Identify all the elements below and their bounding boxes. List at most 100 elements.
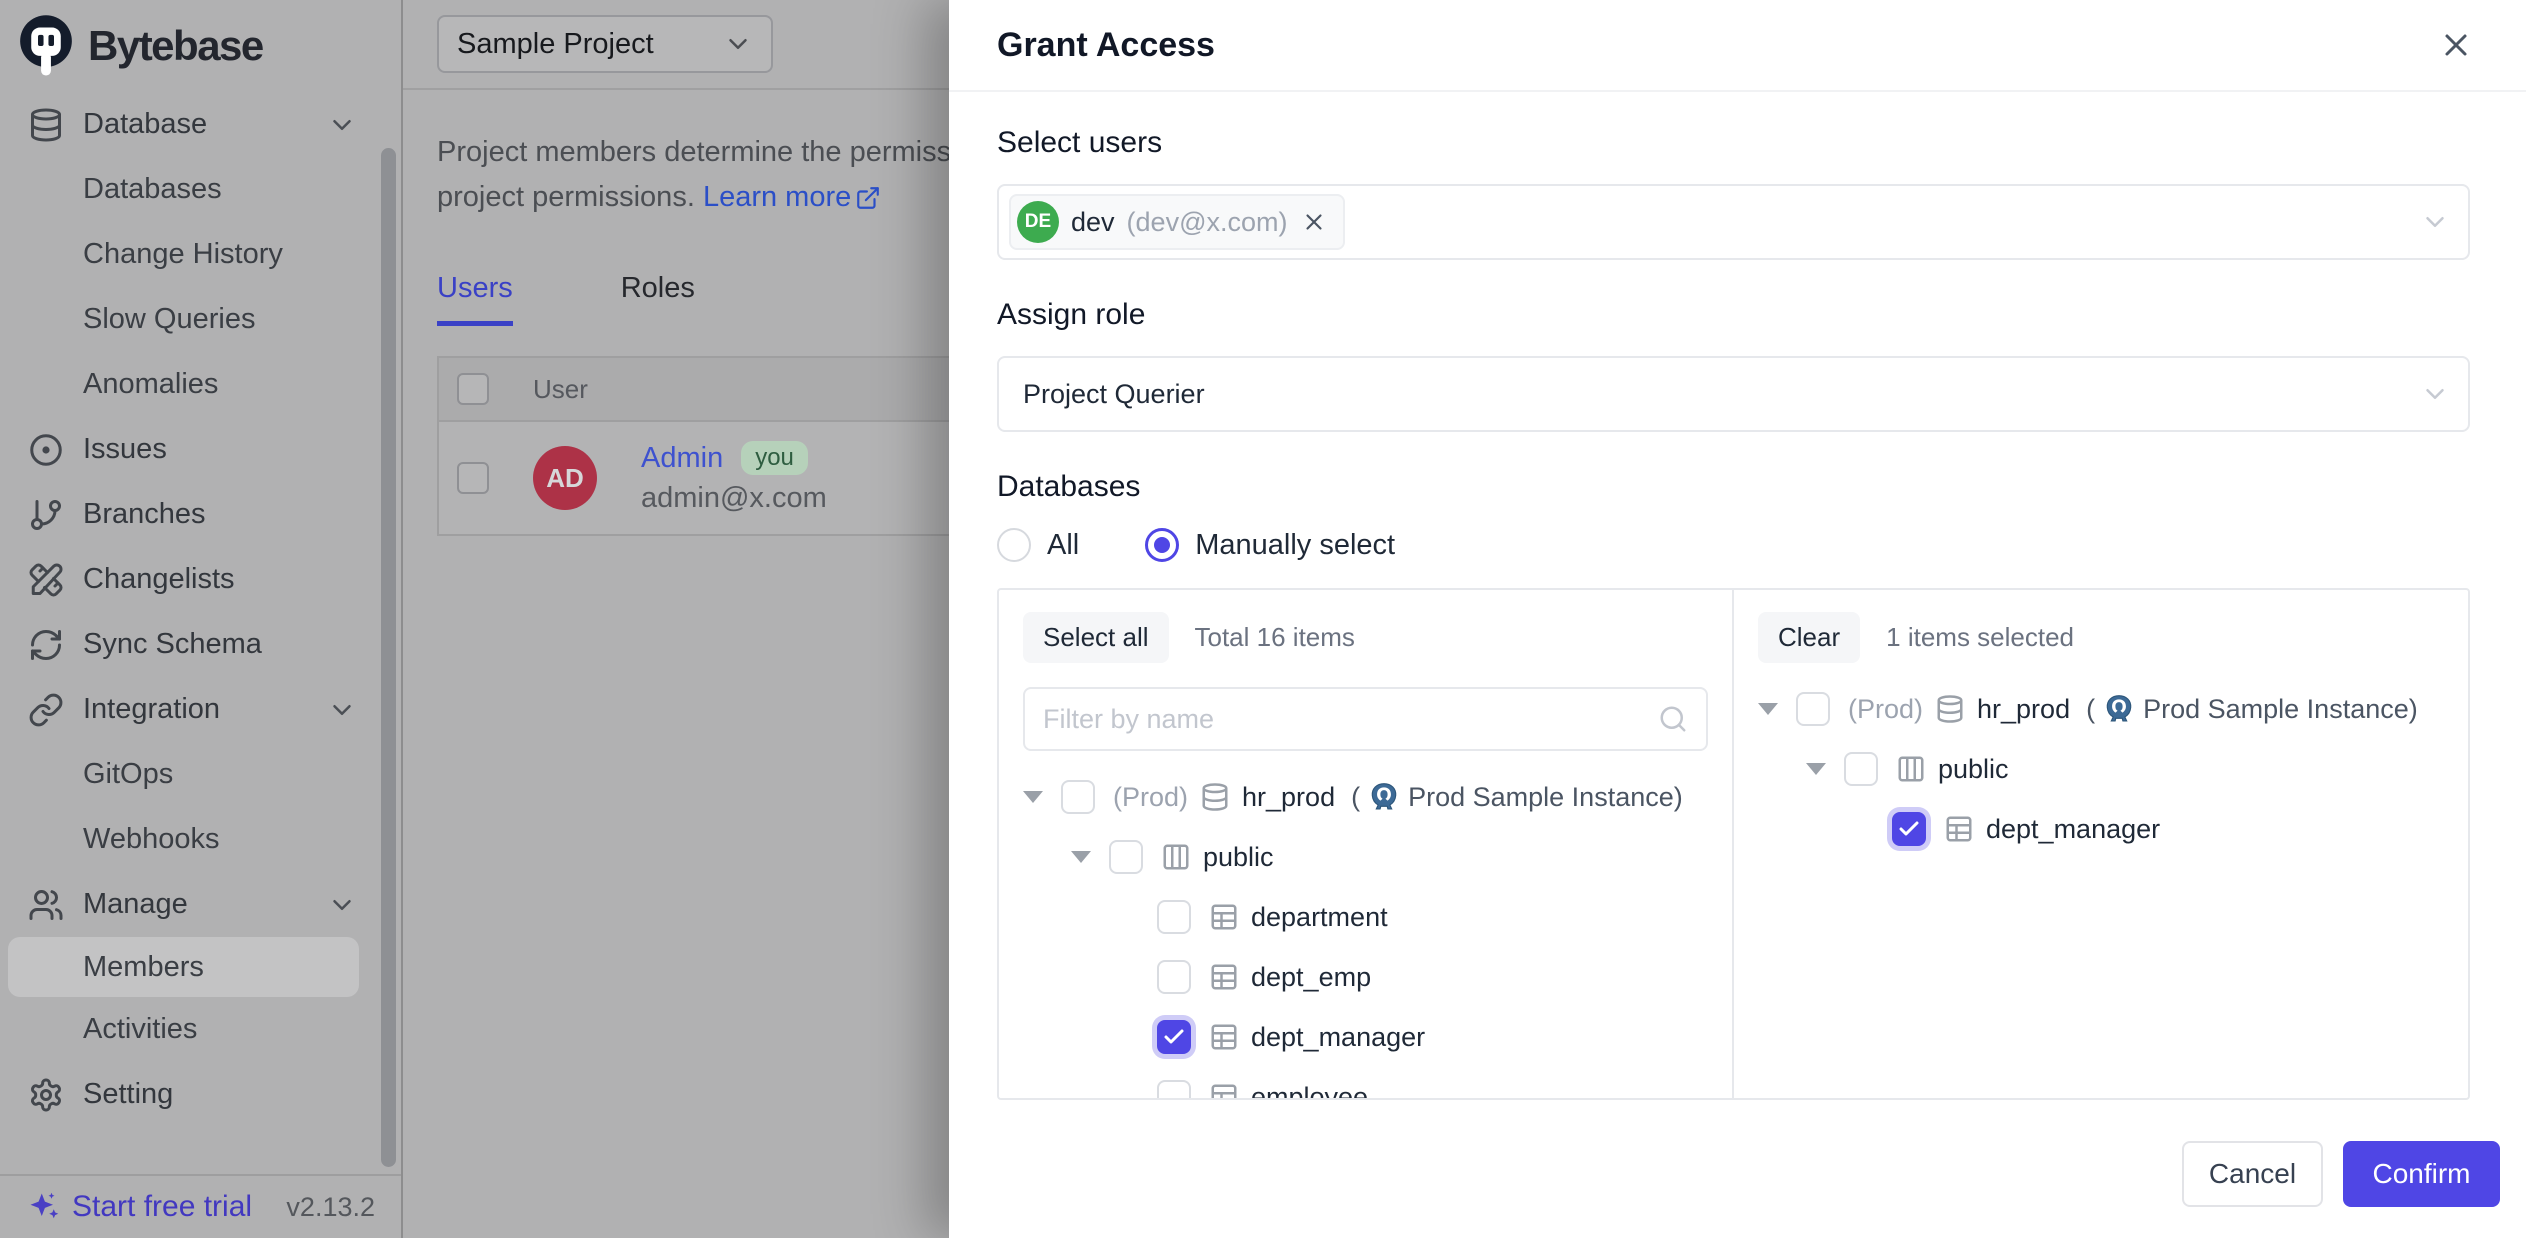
project-selector[interactable]: Sample Project — [437, 15, 773, 73]
postgresql-icon — [2103, 693, 2135, 725]
chip-user-name: dev — [1071, 207, 1115, 238]
clear-button[interactable]: Clear — [1758, 612, 1860, 663]
tab-users[interactable]: Users — [437, 272, 513, 326]
tree-checkbox-checked[interactable] — [1892, 812, 1926, 846]
sidebar-item-label: Anomalies — [83, 368, 218, 401]
caret-down-icon[interactable] — [1023, 791, 1043, 803]
tree-row-table: dept_emp — [1023, 947, 1708, 1007]
select-all-checkbox[interactable] — [457, 373, 489, 405]
sidebar-item-issues[interactable]: Issues — [0, 417, 401, 482]
database-icon — [28, 107, 64, 143]
tree-checkbox[interactable] — [1796, 692, 1830, 726]
you-badge: you — [741, 441, 808, 475]
selected-items-label: 1 items selected — [1886, 622, 2074, 653]
caret-down-icon[interactable] — [1758, 703, 1778, 715]
learn-more-link[interactable]: Learn more — [703, 175, 881, 220]
tree-row-table: dept_manager — [1758, 799, 2444, 859]
sidebar-item-manage[interactable]: Manage — [0, 872, 401, 937]
schema-icon — [1161, 842, 1191, 872]
filter-input[interactable] — [1043, 704, 1658, 735]
sidebar-item-label: Members — [83, 951, 204, 984]
schema-name: public — [1938, 754, 2009, 785]
picker-selected-panel: Clear 1 items selected (Prod) hr_prod ( … — [1734, 590, 2468, 1098]
column-header-user: User — [533, 374, 588, 405]
sidebar-item-databases[interactable]: Databases — [0, 157, 401, 222]
search-icon — [1658, 704, 1688, 734]
table-name: dept_manager — [1251, 1022, 1425, 1053]
cancel-button[interactable]: Cancel — [2182, 1141, 2323, 1207]
caret-down-icon[interactable] — [1071, 851, 1091, 863]
tree-row-table: dept_manager — [1023, 1007, 1708, 1067]
table-icon — [1944, 814, 1974, 844]
row-checkbox[interactable] — [457, 462, 489, 494]
sidebar-item-anomalies[interactable]: Anomalies — [0, 352, 401, 417]
user-name-link[interactable]: Admin — [641, 442, 723, 475]
avatar: DE — [1017, 201, 1059, 243]
select-all-button[interactable]: Select all — [1023, 612, 1169, 663]
sidebar-item-members[interactable]: Members — [8, 937, 359, 997]
radio-manually-select[interactable]: Manually select — [1145, 528, 1395, 562]
brand-name: Bytebase — [88, 22, 263, 70]
sidebar-item-changelists[interactable]: Changelists — [0, 547, 401, 612]
database-transfer-picker: Select all Total 16 items (Prod) hr_prod — [997, 588, 2470, 1100]
postgresql-icon — [1368, 781, 1400, 813]
tree-row-schema: public — [1023, 827, 1708, 887]
sidebar-item-label: Databases — [83, 173, 222, 206]
close-icon[interactable] — [2438, 27, 2474, 63]
tree-row-table: employee — [1023, 1067, 1708, 1098]
confirm-button[interactable]: Confirm — [2343, 1141, 2500, 1207]
sidebar-item-webhooks[interactable]: Webhooks — [0, 807, 401, 872]
start-free-trial-link[interactable]: Start free trial — [26, 1189, 252, 1225]
sidebar-item-sync-schema[interactable]: Sync Schema — [0, 612, 401, 677]
circle-dot-icon — [28, 432, 64, 468]
table-icon — [1209, 1022, 1239, 1052]
tree-checkbox[interactable] — [1157, 960, 1191, 994]
tree-checkbox[interactable] — [1157, 1080, 1191, 1098]
remove-user-icon[interactable] — [1301, 209, 1327, 235]
sidebar-item-setting[interactable]: Setting — [0, 1062, 401, 1127]
sidebar-item-change-history[interactable]: Change History — [0, 222, 401, 287]
chip-user-email: (dev@x.com) — [1127, 207, 1288, 238]
brand-logo[interactable]: Bytebase — [0, 0, 401, 92]
tree-checkbox-checked[interactable] — [1157, 1020, 1191, 1054]
tab-roles[interactable]: Roles — [621, 272, 695, 326]
sidebar-item-activities[interactable]: Activities — [0, 997, 401, 1062]
tree-checkbox[interactable] — [1109, 840, 1143, 874]
radio-all[interactable]: All — [997, 528, 1079, 562]
select-users-input[interactable]: DE dev (dev@x.com) — [997, 184, 2470, 260]
git-branch-icon — [28, 497, 64, 533]
caret-down-icon[interactable] — [1806, 763, 1826, 775]
sidebar-item-gitops[interactable]: GitOps — [0, 742, 401, 807]
tree-checkbox[interactable] — [1157, 900, 1191, 934]
modal-footer: Cancel Confirm — [949, 1110, 2526, 1238]
sidebar-item-label: Branches — [83, 498, 206, 531]
sidebar-item-label: Change History — [83, 238, 283, 271]
environment-label: (Prod) — [1848, 694, 1923, 725]
sidebar-item-label: Manage — [83, 888, 188, 921]
picker-source-panel: Select all Total 16 items (Prod) hr_prod — [999, 590, 1734, 1098]
tree-checkbox[interactable] — [1061, 780, 1095, 814]
description-line1: Project members determine the permiss — [437, 130, 953, 175]
table-icon — [1209, 1082, 1239, 1098]
tree-checkbox[interactable] — [1844, 752, 1878, 786]
total-items-label: Total 16 items — [1195, 622, 1355, 653]
sidebar-nav: Database Databases Change History Slow Q… — [0, 92, 401, 1127]
tree-row-instance: (Prod) hr_prod ( Prod Sample Instance) — [1758, 679, 2444, 739]
sidebar-item-label: Sync Schema — [83, 628, 262, 661]
sidebar-item-database[interactable]: Database — [0, 92, 401, 157]
database-name: hr_prod — [1242, 782, 1335, 813]
table-icon — [1209, 902, 1239, 932]
assign-role-select[interactable]: Project Querier — [997, 356, 2470, 432]
modal-header: Grant Access — [949, 0, 2526, 92]
sidebar-item-slow-queries[interactable]: Slow Queries — [0, 287, 401, 352]
sidebar-item-branches[interactable]: Branches — [0, 482, 401, 547]
radio-manual-label: Manually select — [1195, 529, 1395, 562]
sidebar-scrollbar[interactable] — [381, 148, 396, 1167]
instance-label: ( Prod Sample Instance) — [1351, 781, 1683, 813]
sidebar-item-label: Integration — [83, 693, 220, 726]
users-icon — [28, 887, 64, 923]
tree-row-schema: public — [1758, 739, 2444, 799]
sidebar-item-integration[interactable]: Integration — [0, 677, 401, 742]
chevron-down-icon — [327, 890, 357, 920]
gear-icon — [28, 1077, 64, 1113]
